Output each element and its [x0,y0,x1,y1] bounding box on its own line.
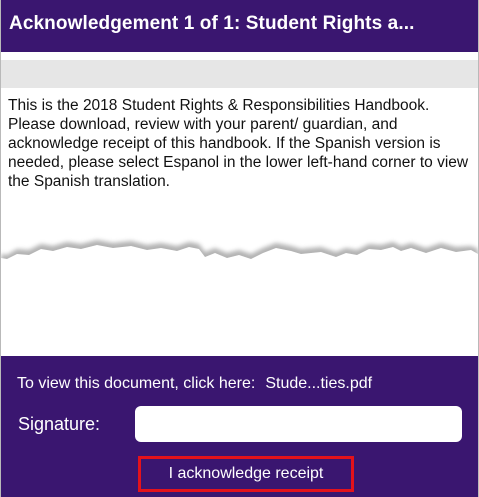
acknowledgement-dialog: Acknowledgement 1 of 1: Student Rights a… [0,0,479,497]
toolbar-strip [1,60,478,88]
view-document-row: To view this document, click here: Stude.… [17,375,372,393]
dialog-title: Acknowledgement 1 of 1: Student Rights a… [1,0,478,52]
signature-label: Signature: [18,414,101,434]
torn-page-edge [1,240,478,278]
acknowledge-receipt-button[interactable]: I acknowledge receipt [138,456,354,492]
pdf-file-link[interactable]: Stude...ties.pdf [265,375,372,392]
view-document-label: To view this document, click here: [17,375,256,392]
signature-input[interactable] [135,406,462,442]
document-body-text: This is the 2018 Student Rights & Respon… [8,97,469,190]
